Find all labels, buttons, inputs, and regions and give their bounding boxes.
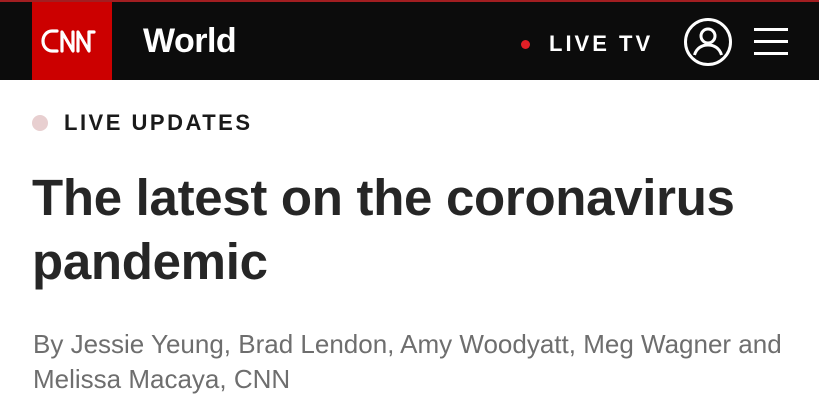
article-headline: The latest on the coronavirus pandemic bbox=[32, 169, 735, 290]
hamburger-menu-icon bbox=[754, 28, 788, 55]
live-indicator-icon bbox=[521, 39, 530, 49]
article-byline: By Jessie Yeung, Brad Lendon, Amy Woodya… bbox=[33, 329, 782, 394]
live-updates-label: LIVE UPDATES bbox=[64, 110, 253, 135]
user-account-icon bbox=[684, 18, 732, 66]
user-account-button[interactable] bbox=[683, 17, 733, 67]
live-updates-dot-icon bbox=[32, 115, 48, 131]
live-updates-badge: LIVE UPDATES bbox=[32, 108, 253, 138]
cnn-logo[interactable] bbox=[32, 2, 112, 80]
cnn-logo-icon bbox=[41, 29, 96, 53]
live-tv-link[interactable]: LIVE TV bbox=[521, 24, 653, 64]
section-title[interactable]: World bbox=[143, 21, 237, 61]
live-tv-label: LIVE TV bbox=[549, 31, 654, 56]
top-navigation-bar: World LIVE TV bbox=[0, 0, 819, 80]
menu-button[interactable] bbox=[752, 24, 790, 60]
